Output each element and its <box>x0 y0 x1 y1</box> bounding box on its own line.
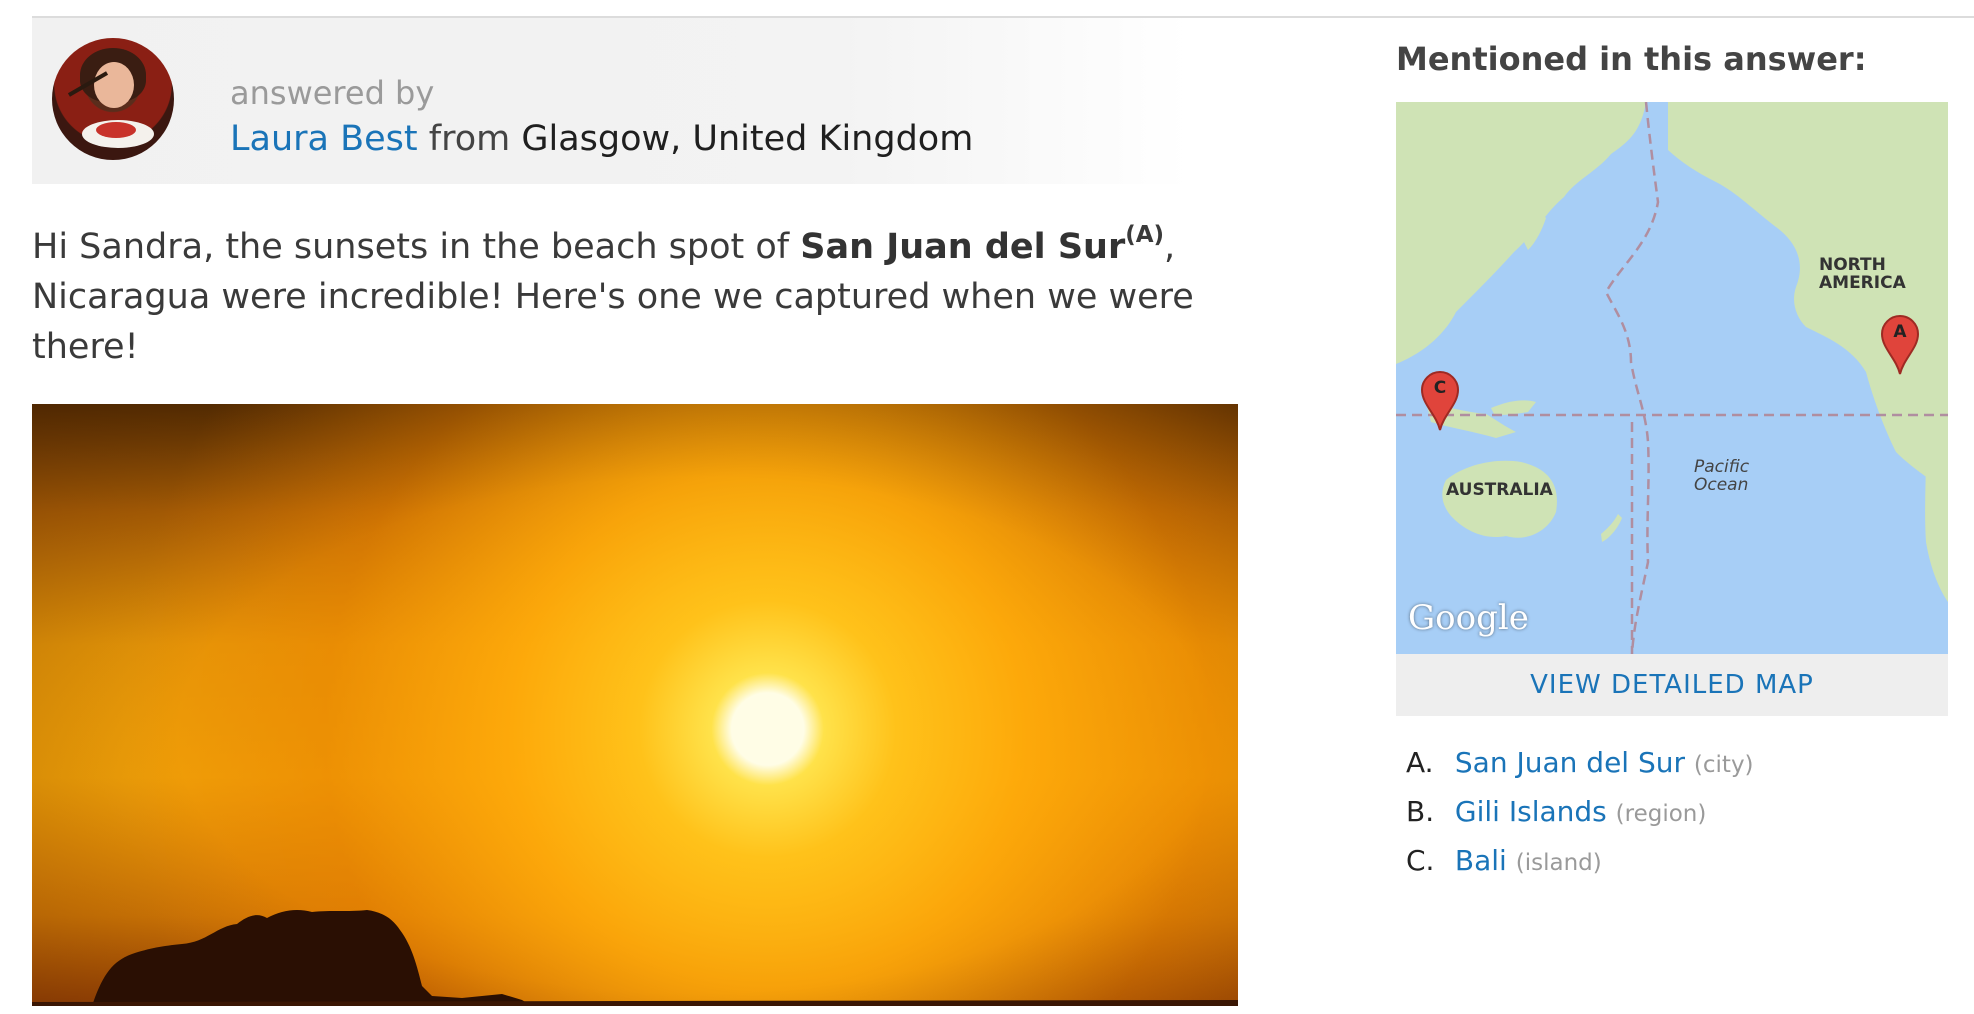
answered-by-label: answered by <box>230 74 435 112</box>
sunset-photo <box>32 404 1238 1006</box>
map-pin-c-letter: C <box>1433 378 1447 398</box>
place-marker: A. <box>1406 746 1434 779</box>
author-line: Laura Best from Glasgow, United Kingdom <box>230 119 973 159</box>
places-map[interactable]: NORTH AMERICA Pacific Ocean AUSTRALIA Go… <box>1396 102 1948 654</box>
list-item: B. Gili Islands (region) <box>1406 795 1754 844</box>
place-type: (island) <box>1515 850 1602 876</box>
author-header: answered by Laura Best from Glasgow, Uni… <box>32 18 1190 184</box>
rock-silhouette <box>32 910 1238 1006</box>
map-label-australia: AUSTRALIA <box>1446 480 1553 500</box>
map-pin-c[interactable]: C <box>1420 370 1460 432</box>
map-pin-a[interactable]: A <box>1880 314 1920 376</box>
answer-place-ref: (A) <box>1125 222 1165 249</box>
map-label-north-america: NORTH AMERICA <box>1819 255 1906 293</box>
author-location: Glasgow, United Kingdom <box>521 119 974 159</box>
answer-text-intro: Hi Sandra, the sunsets in the beach spot… <box>32 227 801 267</box>
place-marker: C. <box>1406 844 1435 877</box>
list-item: A. San Juan del Sur (city) <box>1406 746 1754 795</box>
answer-place-name: San Juan del Sur <box>800 227 1126 267</box>
place-marker: B. <box>1406 795 1435 828</box>
view-detailed-map-button[interactable]: VIEW DETAILED MAP <box>1396 654 1948 716</box>
map-label-pacific-ocean: Pacific Ocean <box>1694 457 1750 495</box>
place-link[interactable]: San Juan del Sur <box>1455 746 1685 779</box>
author-name-link[interactable]: Laura Best <box>230 119 418 159</box>
map-pin-a-letter: A <box>1893 322 1907 342</box>
from-label: from <box>428 119 511 159</box>
google-logo: Google <box>1408 598 1529 638</box>
author-avatar[interactable] <box>52 38 174 160</box>
place-link[interactable]: Bali <box>1455 844 1507 877</box>
place-link[interactable]: Gili Islands <box>1455 795 1607 828</box>
mentioned-places-list: A. San Juan del Sur (city) B. Gili Islan… <box>1406 746 1754 893</box>
answer-body: Hi Sandra, the sunsets in the beach spot… <box>32 222 1202 372</box>
place-type: (region) <box>1615 801 1707 827</box>
mentioned-title: Mentioned in this answer: <box>1396 40 1867 78</box>
list-item: C. Bali (island) <box>1406 844 1754 893</box>
place-type: (city) <box>1693 752 1754 778</box>
